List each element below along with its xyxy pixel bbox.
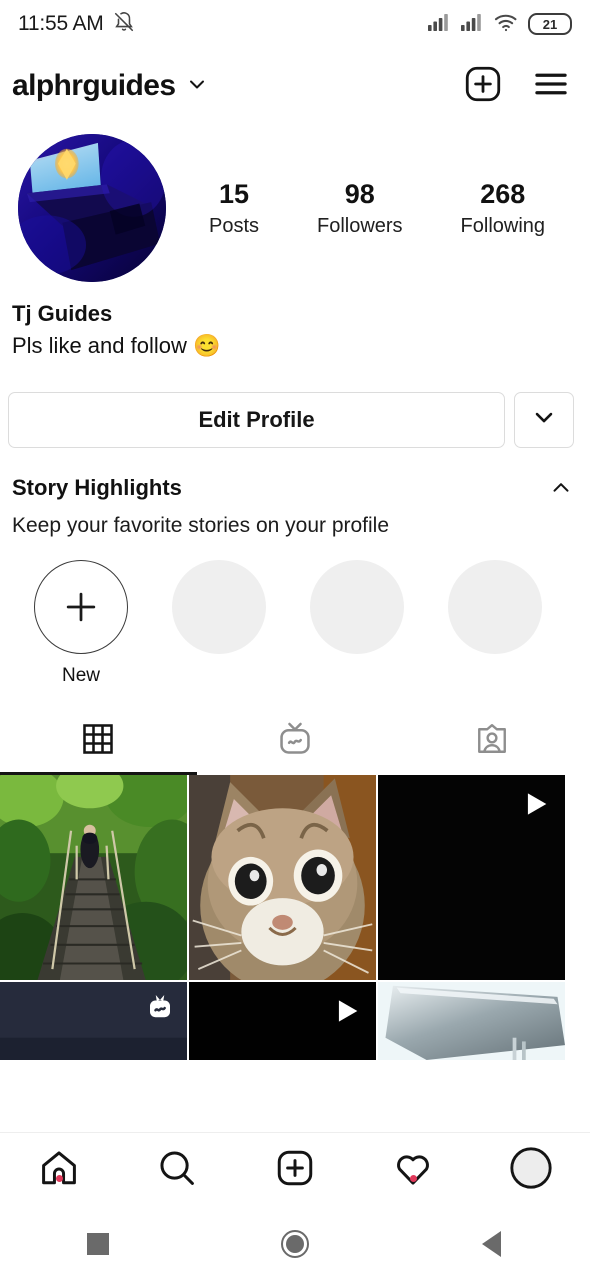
stat-value: 268 [480, 179, 526, 210]
highlight-placeholder-circle [448, 559, 542, 654]
status-bar: 11:55 AM 21 [0, 0, 590, 48]
stat-label: Posts [208, 214, 260, 237]
stat-label: Following [460, 214, 546, 237]
highlight-placeholder-circle [310, 559, 404, 654]
highlight-placeholder[interactable] [150, 559, 288, 687]
heart-icon [392, 1147, 434, 1194]
bell-muted-icon [113, 10, 135, 39]
edit-profile-button[interactable]: Edit Profile [8, 391, 505, 448]
highlight-placeholder-circle [172, 559, 266, 654]
tab-grid[interactable] [0, 709, 197, 775]
highlight-placeholder[interactable] [426, 559, 564, 687]
highlights-subtitle: Keep your favorite stories on your profi… [12, 513, 390, 537]
highlight-label: New [61, 664, 100, 686]
signal-bars-icon [460, 12, 484, 37]
home-icon [38, 1147, 80, 1194]
highlights-title: Story Highlights [12, 474, 182, 500]
grid-post[interactable] [378, 981, 565, 1060]
back-button[interactable] [393, 1231, 590, 1257]
tagged-person-icon [474, 721, 510, 762]
app-header: alphrguides [0, 48, 590, 124]
header-actions [462, 63, 572, 110]
grid-post[interactable] [0, 981, 187, 1060]
grid-post[interactable] [378, 774, 565, 980]
status-bar-left: 11:55 AM [18, 10, 135, 39]
search-icon [156, 1147, 198, 1194]
igtv-icon [145, 992, 175, 1027]
recents-button[interactable] [0, 1233, 197, 1255]
grid-spacer [0, 1060, 590, 1132]
nav-profile[interactable] [472, 1145, 590, 1196]
stat-following[interactable]: 268 Following [461, 178, 545, 238]
profile-stats: 15 Posts 98 Followers 268 Following [166, 178, 574, 238]
nav-home[interactable] [0, 1147, 118, 1194]
notification-dot [55, 1175, 63, 1182]
bio-text: Pls like and follow 😊 [12, 332, 221, 358]
hamburger-menu-icon[interactable] [530, 63, 572, 110]
stat-followers[interactable]: 98 Followers [317, 178, 403, 238]
story-highlights-header: Story Highlights [0, 448, 590, 506]
nav-create[interactable] [236, 1147, 354, 1194]
profile-actions: Edit Profile [0, 362, 590, 448]
profile-options-button[interactable] [514, 391, 574, 448]
profile-bio: Tj Guides Pls like and follow 😊 [0, 284, 590, 362]
highlight-new-button[interactable]: New [12, 559, 150, 687]
grid-icon [80, 721, 116, 762]
display-name: Tj Guides [12, 301, 113, 326]
bottom-navigation [0, 1132, 590, 1208]
wifi-icon [493, 12, 519, 37]
stat-value: 15 [218, 179, 250, 210]
nav-activity[interactable] [354, 1147, 472, 1194]
instagram-profile-screen: 11:55 AM 21 alphrguides 15 Posts 98 Foll… [0, 0, 590, 1280]
status-bar-right: 21 [427, 12, 572, 37]
play-icon [518, 787, 552, 826]
igtv-icon [276, 720, 314, 763]
add-post-icon [274, 1147, 316, 1194]
triangle-back-icon [482, 1231, 502, 1257]
tab-tagged[interactable] [393, 709, 590, 775]
profile-tabs [0, 709, 590, 775]
notification-dot [409, 1175, 417, 1182]
chevron-up-icon[interactable] [548, 475, 574, 506]
grid-post[interactable] [0, 774, 187, 980]
plus-icon [34, 559, 128, 654]
stat-posts[interactable]: 15 Posts [209, 178, 259, 238]
nav-search[interactable] [118, 1147, 236, 1194]
highlight-placeholder[interactable] [288, 559, 426, 687]
tab-igtv[interactable] [197, 709, 394, 775]
stat-label: Followers [316, 214, 403, 237]
stat-value: 98 [344, 179, 375, 210]
home-button[interactable] [197, 1230, 394, 1258]
avatar-circle-icon [508, 1145, 554, 1196]
chevron-down-icon [185, 72, 209, 101]
signal-bars-icon [427, 12, 451, 37]
play-icon [329, 994, 363, 1033]
username-switcher[interactable]: alphrguides [12, 69, 209, 103]
avatar[interactable] [18, 134, 166, 282]
post-grid [0, 774, 590, 1060]
grid-post[interactable] [189, 981, 376, 1060]
chevron-down-icon [530, 403, 558, 436]
system-navigation-bar [0, 1208, 590, 1280]
grid-post[interactable] [189, 774, 376, 980]
add-post-icon[interactable] [462, 63, 504, 110]
circle-icon [281, 1230, 309, 1258]
battery-indicator: 21 [528, 13, 572, 35]
status-time: 11:55 AM [18, 12, 104, 35]
profile-summary: 15 Posts 98 Followers 268 Following [0, 124, 590, 284]
highlights-list: New [0, 538, 590, 687]
square-icon [87, 1233, 110, 1255]
header-username: alphrguides [12, 69, 176, 102]
